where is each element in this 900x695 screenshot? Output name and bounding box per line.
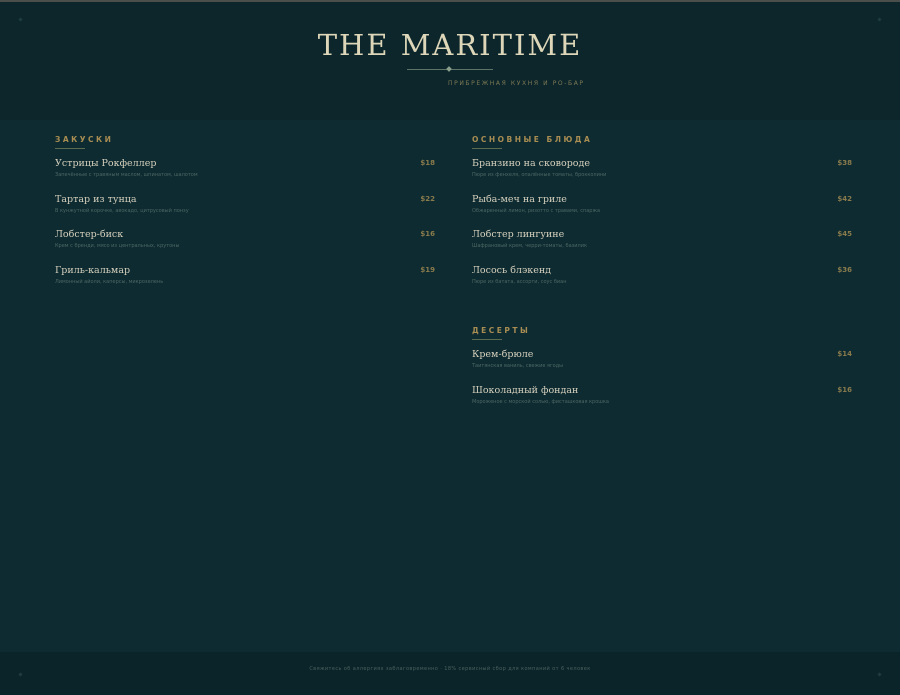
menu-header: THE MARITIME ПРИБРЕЖНАЯ КУХНЯ И РО-БАР	[0, 2, 900, 120]
restaurant-title: THE MARITIME	[317, 28, 583, 62]
menu-item-description: Пюре из батата, ассорти, соус биан	[472, 278, 567, 285]
menu-item-price: $22	[420, 194, 435, 203]
menu-item-price: $38	[837, 159, 852, 167]
menu-item-name: Устрицы Рокфеллер	[55, 158, 157, 169]
menu-item-price: $42	[837, 194, 852, 203]
section-appetizers: ЗАКУСКИ Устрицы Рокфеллер $18 Запечённые…	[55, 135, 435, 300]
menu-item-price: $36	[837, 265, 852, 274]
section-title: ОСНОВНЫЕ БЛЮДА	[472, 135, 593, 144]
menu-item-description: Пюре из фенхеля, опалённые томаты, брокк…	[472, 172, 607, 178]
footer-note: Свяжитесь об аллергиях заблаговременно ·…	[309, 666, 591, 672]
menu-item-name: Лосось блэкенд	[472, 264, 552, 276]
section-rule	[472, 339, 502, 340]
menu-item-name: Лобстер-биск	[55, 229, 124, 240]
menu-item-description: Мороженое с морской солью, фисташковая к…	[472, 398, 609, 405]
menu-item: Крем-брюле $14 Таитянская ваниль, свежие…	[472, 349, 852, 385]
menu-item: Устрицы Рокфеллер $18 Запечённые с травя…	[55, 158, 435, 194]
menu-item: Рыба-меч на гриле $42 Обжаренный лимон, …	[472, 194, 852, 230]
menu-item-description: Таитянская ваниль, свежие ягоды	[472, 363, 564, 369]
menu-item-name: Бранзино на сковороде	[472, 158, 590, 169]
menu-item-name: Лобстер лингуине	[472, 229, 565, 240]
menu-item-price: $14	[837, 350, 852, 358]
menu-item: Лобстер лингуине $45 Шафрановый крем, че…	[472, 229, 852, 265]
menu-item-description: Крем с бренди, мясо из центральных, крут…	[55, 243, 180, 249]
menu-item-description: Запечённые с травяным маслом, шпинатом, …	[55, 172, 198, 178]
menu-footer: Свяжитесь об аллергиях заблаговременно ·…	[0, 652, 900, 695]
menu-item-description: В кунжутной корочке, авокадо, цитрусовый…	[55, 207, 189, 214]
section-mains: ОСНОВНЫЕ БЛЮДА Бранзино на сковороде $38…	[472, 135, 852, 300]
menu-item-description: Обжаренный лимон, ризотто с травами, спа…	[472, 207, 601, 214]
restaurant-tagline: ПРИБРЕЖНАЯ КУХНЯ И РО-БАР	[448, 80, 585, 87]
section-title: ЗАКУСКИ	[55, 135, 114, 144]
menu-item-name: Шоколадный фондан	[472, 384, 579, 396]
menu-item-price: $16	[420, 230, 435, 238]
menu-item-name: Тартар из тунца	[55, 193, 137, 205]
section-rule	[472, 148, 502, 149]
menu-item: Тартар из тунца $22 В кунжутной корочке,…	[55, 194, 435, 230]
section-desserts: ДЕСЕРТЫ Крем-брюле $14 Таитянская ваниль…	[472, 326, 852, 420]
menu-item-name: Крем-брюле	[472, 349, 534, 360]
menu-item-description: Лимонный айоли, каперсы, микрозелень	[55, 278, 164, 285]
menu-item: Гриль-кальмар $19 Лимонный айоли, каперс…	[55, 265, 435, 301]
menu-item-description: Шафрановый крем, черри-томаты, базилик	[472, 243, 588, 249]
menu-item-price: $45	[837, 230, 852, 238]
menu-item: Лобстер-биск $16 Крем с бренди, мясо из …	[55, 229, 435, 265]
menu-body: ЗАКУСКИ Устрицы Рокфеллер $18 Запечённые…	[0, 120, 900, 652]
menu-item: Лосось блэкенд $36 Пюре из батата, ассор…	[472, 265, 852, 301]
section-rule	[55, 148, 85, 149]
menu-item-price: $16	[837, 385, 852, 394]
menu-item: Бранзино на сковороде $38 Пюре из фенхел…	[472, 158, 852, 194]
section-title: ДЕСЕРТЫ	[472, 326, 531, 335]
menu-item-price: $18	[420, 159, 435, 167]
divider-ornament-icon	[446, 66, 452, 72]
menu-item-price: $19	[420, 265, 435, 274]
menu-item-name: Гриль-кальмар	[55, 264, 131, 276]
menu-item-name: Рыба-меч на гриле	[472, 193, 567, 205]
menu-item: Шоколадный фондан $16 Мороженое с морско…	[472, 385, 852, 421]
